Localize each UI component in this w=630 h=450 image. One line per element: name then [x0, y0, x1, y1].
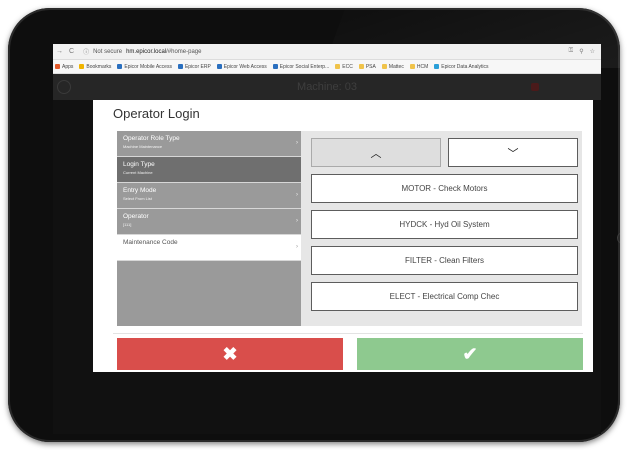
field-label: Maintenance Code: [123, 239, 178, 246]
chevron-right-icon: ›: [296, 218, 298, 224]
close-icon: ✖: [222, 343, 238, 364]
cancel-button[interactable]: ✖: [117, 338, 343, 370]
field-label: Entry Mode: [123, 187, 157, 194]
bookmark-label: Epicor Web Access: [223, 63, 267, 70]
bookmark-item[interactable]: ECC: [335, 64, 353, 70]
bookmark-icon: [177, 64, 183, 69]
tablet-screen: → C ⓘ Not secure hm.epicor.local/#home-p…: [53, 44, 601, 434]
bookmark-item[interactable]: Epicor Mobile Access: [117, 64, 172, 70]
field-label: Operator Role Type: [123, 135, 180, 142]
field-operator[interactable]: Operator [111] ›: [117, 209, 301, 235]
security-label: Not secure: [93, 48, 123, 55]
bookmarks-bar: Apps Bookmarks Epicor Mobile Access Epicor …: [53, 60, 601, 74]
option-button-elect[interactable]: ELECT - Electrical Comp Chec: [311, 282, 578, 311]
bookmark-item[interactable]: Epicor ERP: [177, 63, 211, 70]
chevron-down-icon: ﹀: [507, 147, 519, 160]
bookmark-icon: [79, 64, 85, 69]
field-value: Current Machine: [123, 170, 153, 175]
machine-title: Machine: 03: [297, 81, 357, 93]
bookmark-icon: [335, 64, 341, 69]
bookmark-icon: [434, 64, 440, 69]
info-icon[interactable]: ⓘ: [77, 47, 89, 56]
url-text[interactable]: hm.epicor.local/#home-page: [122, 49, 201, 55]
tablet-home-button[interactable]: [617, 232, 620, 244]
option-button-motor[interactable]: MOTOR - Check Motors: [311, 174, 578, 203]
field-label: Operator: [123, 213, 149, 220]
confirm-button[interactable]: ✔: [357, 338, 583, 370]
bookmark-item[interactable]: PSA: [358, 63, 376, 70]
bookmark-icon: [216, 64, 222, 69]
bookmark-label: Epicor Mobile Access: [124, 63, 172, 70]
field-maintenance-code[interactable]: Maintenance Code ›: [117, 235, 301, 261]
field-value: Machine Maintenance: [123, 144, 163, 149]
scroll-up-button[interactable]: ︿: [311, 138, 441, 167]
url-path: /#home-page: [166, 48, 202, 55]
menu-icon[interactable]: [57, 80, 71, 94]
field-list: Operator Role Type Machine Maintenance ›…: [117, 131, 301, 326]
field-login-type[interactable]: Login Type Current Machine: [117, 157, 301, 183]
bookmark-label: Epicor Data Analytics: [441, 63, 489, 70]
field-entry-mode[interactable]: Entry Mode Select From List ›: [117, 183, 301, 209]
zoom-icon[interactable]: ⚲: [579, 48, 583, 55]
chevron-right-icon: ›: [296, 140, 298, 146]
bookmark-label: ECC: [342, 63, 353, 70]
app-header: Machine: 03: [53, 74, 601, 100]
login-panel: Operator Role Type Machine Maintenance ›…: [117, 131, 582, 326]
bookmark-icon: [358, 64, 364, 69]
bookmark-item[interactable]: HCM: [409, 63, 429, 70]
bookmark-label: HCM: [416, 63, 429, 70]
bookmark-item[interactable]: Bookmarks: [79, 64, 111, 70]
bookmark-label: Apps: [62, 63, 74, 70]
chevron-right-icon: ›: [296, 244, 298, 250]
key-icon[interactable]: ⚿: [569, 48, 574, 55]
forward-icon[interactable]: →: [53, 48, 66, 55]
operator-login-dialog: Operator Login Operator Role Type Machin…: [93, 100, 593, 372]
bookmark-icon: [272, 64, 278, 69]
reload-icon[interactable]: C: [66, 48, 77, 55]
star-icon[interactable]: ☆: [590, 48, 595, 55]
app-bottom-area: [53, 372, 601, 434]
field-value: [111]: [123, 222, 132, 227]
footer-divider: [113, 333, 583, 334]
bookmark-label: Bookmarks: [86, 63, 112, 70]
bookmark-label: Mattec: [388, 63, 404, 70]
bookmark-icon: [55, 64, 60, 69]
url-host: hm.epicor.local: [126, 48, 167, 55]
option-button-hydck[interactable]: HYDCK - Hyd Oil System: [311, 210, 578, 239]
bookmark-item[interactable]: Apps: [55, 64, 73, 70]
check-icon: ✔: [462, 343, 478, 364]
browser-address-bar[interactable]: → C ⓘ Not secure hm.epicor.local/#home-p…: [53, 44, 601, 60]
scroll-down-button[interactable]: ﹀: [448, 138, 578, 167]
tablet-frame: → C ⓘ Not secure hm.epicor.local/#home-p…: [8, 8, 620, 442]
bookmark-icon: [117, 64, 123, 69]
dialog-title: Operator Login: [113, 106, 200, 121]
bookmark-item[interactable]: Epicor Social Enterp...: [272, 63, 330, 70]
bookmark-item[interactable]: Epicor Web Access: [216, 63, 267, 70]
bookmark-label: PSA: [365, 63, 376, 70]
field-label: Login Type: [123, 161, 155, 168]
field-operator-role-type[interactable]: Operator Role Type Machine Maintenance ›: [117, 131, 301, 157]
bookmark-item[interactable]: Mattec: [381, 63, 404, 70]
bookmark-icon: [409, 64, 415, 69]
chevron-up-icon: ︿: [370, 147, 382, 160]
option-button-filter[interactable]: FILTER - Clean Filters: [311, 246, 578, 275]
bookmark-item[interactable]: Epicor Data Analytics: [434, 64, 488, 70]
status-indicator: [531, 83, 539, 91]
bookmark-icon: [381, 64, 387, 69]
bookmark-label: Epicor ERP: [184, 63, 211, 70]
field-value: Select From List: [123, 196, 152, 201]
bookmark-label: Epicor Social Enterp...: [279, 63, 330, 70]
chevron-right-icon: ›: [296, 192, 298, 198]
